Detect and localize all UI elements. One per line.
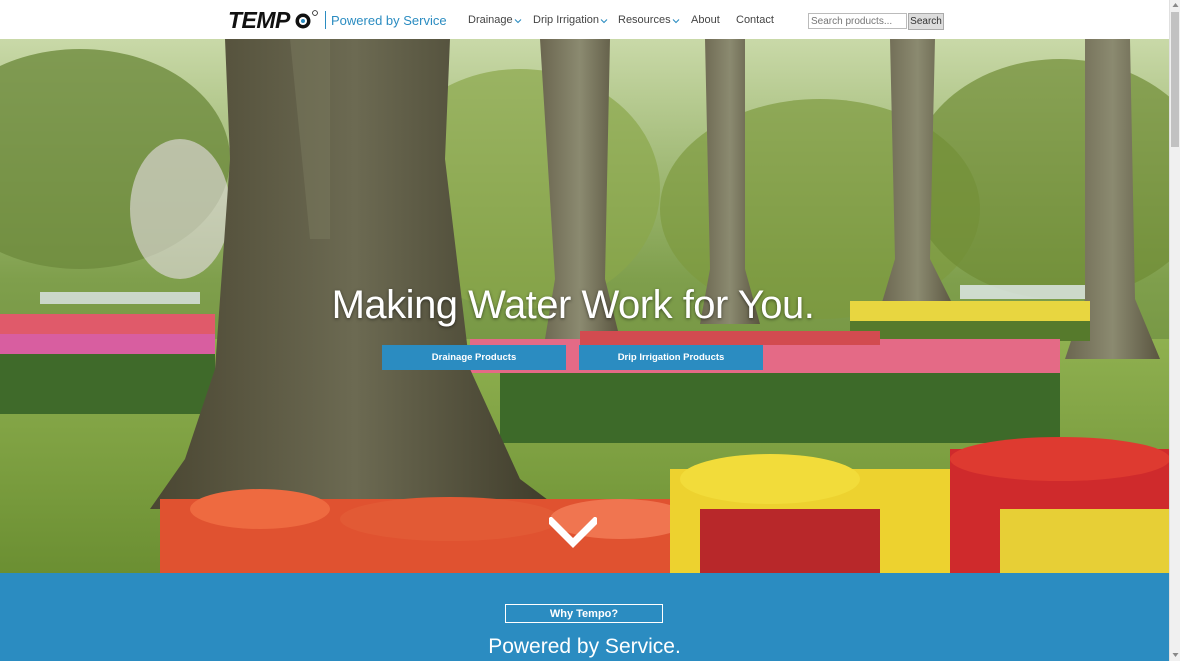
tempo-logo[interactable]: TEMP [228,8,320,32]
drainage-products-button[interactable]: Drainage Products [382,345,566,370]
nav-label: Drip Irrigation [533,14,600,26]
nav-label: Drainage [468,14,513,26]
why-tempo-section: Why Tempo? Powered by Service. [0,573,1169,661]
chevron-down-icon[interactable] [549,517,597,549]
site-header: TEMP Powered by Service Drainage Drip Ir… [0,0,1169,39]
svg-text:TEMP: TEMP [228,8,291,32]
nav-item-drip-irrigation[interactable]: Drip Irrigation [533,14,608,26]
chevron-down-icon [600,19,608,24]
search-input[interactable] [808,13,907,29]
nav-item-about[interactable]: About [691,14,720,26]
hero-section: Making Water Work for You. Drainage Prod… [0,39,1169,573]
drip-irrigation-products-button[interactable]: Drip Irrigation Products [579,345,763,370]
nav-item-contact[interactable]: Contact [736,14,774,26]
why-tempo-button[interactable]: Why Tempo? [505,604,663,623]
scroll-down-icon[interactable] [1172,652,1179,658]
page-scrollbar[interactable] [1169,0,1180,661]
section-title: Powered by Service. [488,635,681,658]
search-button[interactable]: Search [908,13,944,30]
nav-label: About [691,14,720,26]
scrollbar-thumb[interactable] [1171,12,1179,147]
hero-title: Making Water Work for You. [331,283,815,327]
nav-item-drainage[interactable]: Drainage [468,14,522,26]
nav-label: Contact [736,14,774,26]
header-tagline: Powered by Service [331,13,447,28]
nav-item-resources[interactable]: Resources [618,14,680,26]
logo-divider [325,11,326,29]
chevron-down-icon [514,19,522,24]
chevron-down-icon [672,19,679,24]
scroll-up-icon[interactable] [1172,2,1179,8]
nav-label: Resources [618,14,671,26]
